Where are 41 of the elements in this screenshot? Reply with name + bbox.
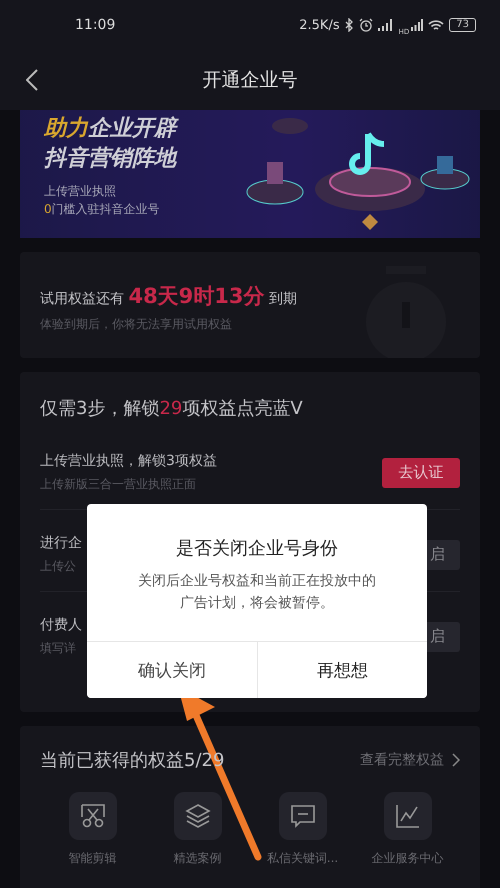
trial-note: 体验到期后，你将无法享用试用权益 (40, 316, 233, 333)
step-subtitle: 上传新版三合一营业执照正面 (40, 476, 197, 493)
step-title: 进行企 (40, 534, 82, 552)
banner-subtitle: 上传营业执照 (44, 183, 117, 200)
chevron-right-icon[interactable] (452, 753, 460, 767)
page-title: 开通企业号 (202, 68, 298, 93)
layers-icon (184, 803, 210, 829)
back-icon[interactable] (26, 69, 38, 91)
signal-icon (411, 19, 424, 31)
banner-headline: 抖音营销阵地 (44, 144, 176, 173)
step-title: 上传营业执照，解锁3项权益 (40, 452, 217, 470)
benefit-label: 智能剪辑 (68, 850, 116, 867)
line-chart-icon (394, 803, 420, 829)
promo-banner[interactable]: 助力企业开辟 抖音营销阵地 上传营业执照 0门槛入驻抖音企业号 (20, 110, 480, 238)
confirm-close-button[interactable]: 确认关闭 (87, 642, 258, 698)
step-title: 付费人 (40, 616, 82, 634)
benefit-icon-tile[interactable] (174, 792, 222, 840)
steps-heading: 仅需3步，解锁29项权益点亮蓝V (40, 397, 304, 420)
benefit-icon-tile[interactable] (278, 792, 326, 840)
step-subtitle: 填写详 (40, 640, 77, 657)
scissors-icon (80, 803, 106, 829)
benefit-label: 私信关键词... (266, 850, 338, 867)
banner-subtitle: 0门槛入驻抖音企业号 (44, 201, 161, 218)
benefit-label: 企业服务中心 (372, 850, 444, 867)
battery-indicator: 73 (449, 18, 476, 32)
trial-countdown: 试用权益还有 48天9时13分 到期 (40, 283, 298, 310)
status-time: 11:09 (75, 17, 116, 33)
dialog-title: 是否关闭企业号身份 (176, 537, 338, 560)
bluetooth-icon (344, 18, 354, 32)
view-all-link[interactable]: 查看完整权益 (360, 751, 444, 769)
step-button[interactable]: 去认证 (382, 458, 460, 488)
step-subtitle: 上传公 (40, 558, 77, 575)
dialog-message: 关闭后企业号权益和当前正在投放中的广告计划，将会被暂停。 (137, 572, 377, 613)
benefit-label: 精选案例 (174, 850, 222, 867)
alarm-icon (358, 18, 373, 32)
wifi-icon (428, 18, 444, 32)
benefit-icon-tile[interactable] (68, 792, 116, 840)
network-speed: 2.5K/s (299, 18, 340, 32)
benefit-icon-tile[interactable] (384, 792, 432, 840)
signal-icon (378, 19, 394, 31)
message-icon (290, 803, 316, 829)
